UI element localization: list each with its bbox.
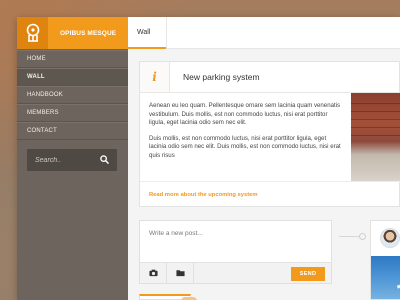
sidebar-search xyxy=(27,149,117,171)
header-divider xyxy=(166,17,167,49)
brand-name: OPIBUS MESQUE xyxy=(60,29,117,37)
post-input[interactable] xyxy=(140,221,331,262)
post-composer: SEND xyxy=(139,220,332,284)
brand-bar[interactable]: OPIBUS MESQUE xyxy=(17,17,128,49)
announcement-paragraph: Aenean eu leo quam. Pellentesque ornare … xyxy=(149,102,341,127)
search-icon[interactable] xyxy=(100,151,109,169)
sidebar: OPIBUS MESQUE HOME WALL HANDBOOK MEMBERS… xyxy=(17,17,131,300)
announcement-paragraph: Duis mollis, est non commodo luctus, nis… xyxy=(149,134,341,159)
feed-post-card: Pa Co xyxy=(370,220,400,300)
announcement-body: Aenean eu leo quam. Pellentesque ornare … xyxy=(149,102,344,168)
main-nav: HOME WALL HANDBOOK MEMBERS CONTACT xyxy=(17,50,131,140)
post-image xyxy=(371,256,400,299)
nav-item-members[interactable]: MEMBERS xyxy=(17,104,128,122)
robot-icon xyxy=(17,17,48,49)
folder-icon[interactable] xyxy=(167,262,194,284)
composer-toolbar: SEND xyxy=(140,262,331,284)
announcement-title: New parking system xyxy=(183,72,260,82)
tab-wall[interactable]: Wall xyxy=(137,29,150,36)
nav-item-label: HANDBOOK xyxy=(27,92,63,98)
nav-item-label: HOME xyxy=(27,56,46,62)
nav-item-home[interactable]: HOME xyxy=(17,50,128,68)
nav-item-wall[interactable]: WALL xyxy=(17,68,131,87)
timeline-connector xyxy=(339,236,359,237)
announcement-card: i New parking system Aenean eu leo quam.… xyxy=(139,61,400,207)
nav-item-label: CONTACT xyxy=(27,128,57,134)
timeline-dot xyxy=(359,233,366,240)
nav-item-label: WALL xyxy=(27,74,45,80)
camera-icon[interactable] xyxy=(140,262,167,284)
nav-item-handbook[interactable]: HANDBOOK xyxy=(17,86,128,104)
active-tab-indicator xyxy=(128,47,166,49)
announcement-header: i New parking system xyxy=(140,62,399,93)
top-header: Wall xyxy=(128,17,400,49)
read-more-link[interactable]: Read more about the upcoming system xyxy=(149,192,258,198)
app-window: OPIBUS MESQUE HOME WALL HANDBOOK MEMBERS… xyxy=(17,17,400,300)
search-input[interactable] xyxy=(35,156,95,164)
nav-item-label: MEMBERS xyxy=(27,110,59,116)
main-content: Wall i New parking system Aenean eu leo … xyxy=(128,17,400,300)
avatar[interactable] xyxy=(380,228,400,248)
send-button[interactable]: SEND xyxy=(291,267,325,281)
info-icon: i xyxy=(140,62,170,92)
divider xyxy=(140,181,400,182)
nav-item-contact[interactable]: CONTACT xyxy=(17,122,128,140)
announcement-photo xyxy=(351,93,400,181)
